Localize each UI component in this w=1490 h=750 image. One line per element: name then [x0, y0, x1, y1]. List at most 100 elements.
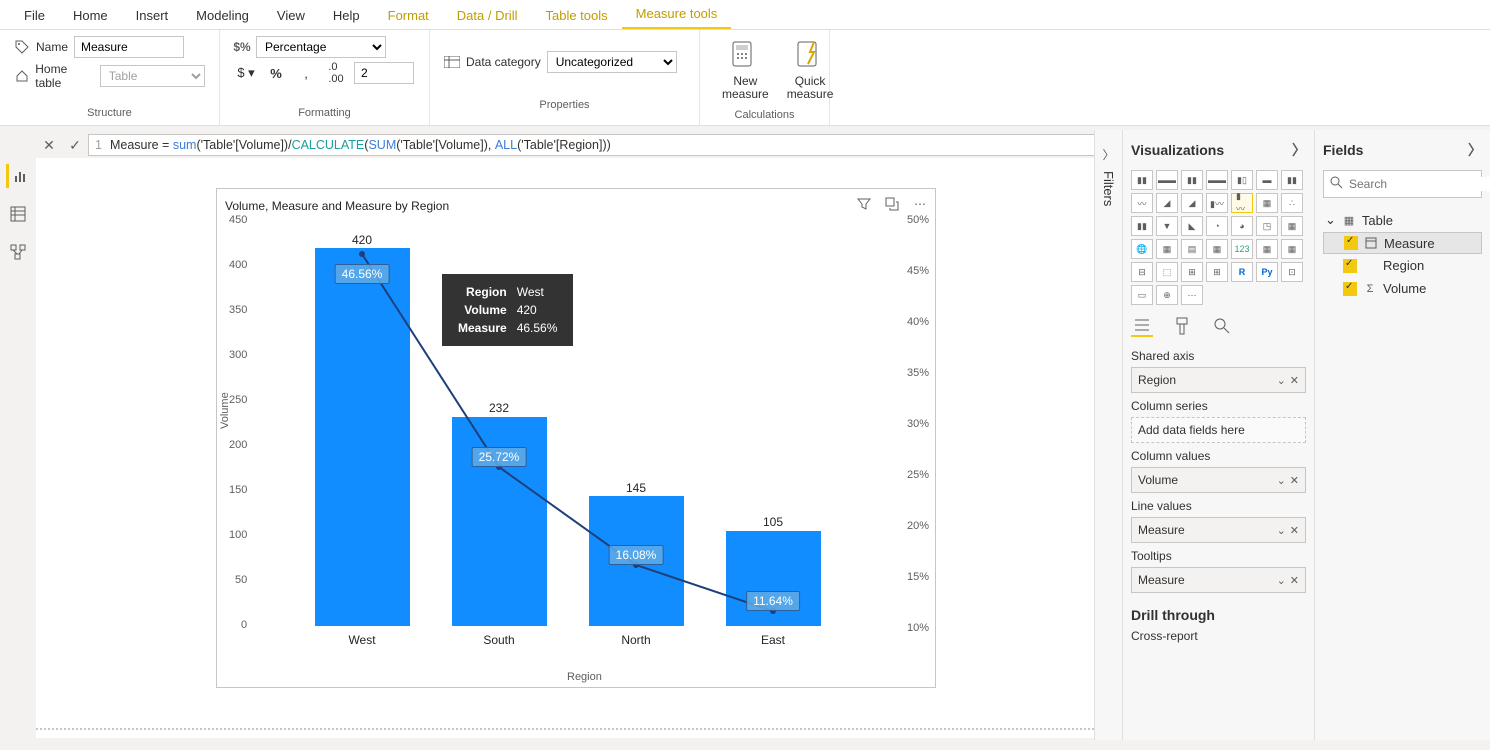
tab-insert[interactable]: Insert	[122, 2, 183, 29]
filters-expand-icon[interactable]: 〉	[1102, 146, 1114, 163]
well-shared-axis[interactable]: Region⌄✕	[1131, 367, 1306, 393]
model-view-button[interactable]	[6, 240, 30, 264]
viz-type-icon[interactable]: ▭	[1131, 285, 1153, 305]
viz-type-icon[interactable]: ◳	[1256, 216, 1278, 236]
viz-type-icon[interactable]: ◕	[1231, 216, 1253, 236]
viz-type-icon[interactable]: ◣	[1181, 216, 1203, 236]
visual-filter-icon[interactable]	[855, 195, 873, 213]
table-node[interactable]: ⌄ ▦ Table	[1323, 208, 1482, 232]
well-column-series[interactable]: Add data fields here	[1131, 417, 1306, 443]
well-remove-icon[interactable]: ✕	[1290, 524, 1299, 537]
viz-type-icon[interactable]: 123	[1231, 239, 1253, 259]
well-dropdown-icon[interactable]: ⌄	[1277, 474, 1286, 487]
chart-visual[interactable]: ⋯ Volume, Measure and Measure by Region …	[216, 188, 936, 688]
viz-type-icon[interactable]: ▮▮	[1181, 170, 1203, 190]
viz-type-icon[interactable]: 〰	[1131, 193, 1153, 213]
viz-type-icon[interactable]: ▤	[1181, 239, 1203, 259]
currency-button[interactable]: $ ▾	[234, 62, 258, 84]
field-item-region[interactable]: Region	[1323, 254, 1482, 277]
viz-type-icon[interactable]: ⋯	[1181, 285, 1203, 305]
percent-button[interactable]: %	[264, 62, 288, 84]
well-dropdown-icon[interactable]: ⌄	[1277, 574, 1286, 587]
well-column-values[interactable]: Volume⌄✕	[1131, 467, 1306, 493]
fields-pane-collapse-icon[interactable]: 〉	[1468, 140, 1482, 160]
y2-tick: 15%	[907, 571, 929, 583]
viz-type-icon[interactable]: Py	[1256, 262, 1278, 282]
viz-type-icon[interactable]: ▦	[1281, 216, 1303, 236]
viz-type-icon[interactable]: ▮▮	[1131, 170, 1153, 190]
viz-type-icon[interactable]: ⬚	[1156, 262, 1178, 282]
tab-help[interactable]: Help	[319, 2, 374, 29]
viz-type-icon[interactable]: ▦	[1156, 239, 1178, 259]
tab-file[interactable]: File	[10, 2, 59, 29]
thousands-button[interactable]: ,	[294, 62, 318, 84]
data-view-button[interactable]	[6, 202, 30, 226]
viz-type-icon[interactable]: ⊕	[1156, 285, 1178, 305]
search-input[interactable]	[1349, 177, 1490, 191]
viz-type-icon[interactable]: ▬▬	[1156, 170, 1178, 190]
tab-home[interactable]: Home	[59, 2, 122, 29]
tab-format[interactable]: Format	[374, 2, 443, 29]
filters-pane-collapsed[interactable]: 〉 Filters	[1094, 130, 1122, 740]
viz-type-icon[interactable]: ◢	[1181, 193, 1203, 213]
viz-type-icon[interactable]: ▮▯	[1231, 170, 1253, 190]
format-tab-icon[interactable]	[1171, 315, 1193, 337]
formula-cancel-button[interactable]: ✕	[36, 134, 62, 156]
home-table-select[interactable]: Table	[100, 65, 205, 87]
analytics-tab-icon[interactable]	[1211, 315, 1233, 337]
well-tooltips[interactable]: Measure⌄✕	[1131, 567, 1306, 593]
viz-type-icon[interactable]: ◔	[1206, 216, 1228, 236]
viz-type-icon[interactable]: ⊡	[1281, 262, 1303, 282]
viz-type-line-column-icon[interactable]: ▮〰	[1231, 193, 1253, 213]
quick-measure-button[interactable]: Quick measure	[779, 36, 842, 105]
viz-type-icon[interactable]: ∴	[1281, 193, 1303, 213]
field-checkbox[interactable]	[1343, 259, 1357, 273]
viz-type-icon[interactable]: ▼	[1156, 216, 1178, 236]
well-dropdown-icon[interactable]: ⌄	[1277, 374, 1286, 387]
viz-type-icon[interactable]: ▮〰	[1206, 193, 1228, 213]
viz-type-icon[interactable]: ▬▬	[1206, 170, 1228, 190]
formula-commit-button[interactable]: ✓	[62, 134, 88, 156]
viz-type-icon[interactable]: ▬	[1256, 170, 1278, 190]
decimals-input[interactable]	[354, 62, 414, 84]
tab-measure-tools[interactable]: Measure tools	[622, 0, 732, 29]
viz-type-icon[interactable]: ◢	[1156, 193, 1178, 213]
fields-tab-icon[interactable]	[1131, 315, 1153, 337]
tab-data-drill[interactable]: Data / Drill	[443, 2, 532, 29]
viz-type-icon[interactable]: ⊟	[1131, 262, 1153, 282]
measure-name-input[interactable]	[74, 36, 184, 58]
visual-more-icon[interactable]: ⋯	[911, 195, 929, 213]
fields-search[interactable]	[1323, 170, 1482, 198]
viz-type-icon[interactable]: 🌐	[1131, 239, 1153, 259]
viz-type-icon[interactable]: ⊞	[1181, 262, 1203, 282]
well-dropdown-icon[interactable]: ⌄	[1277, 524, 1286, 537]
viz-type-icon[interactable]: ▦	[1256, 193, 1278, 213]
new-measure-button[interactable]: New measure	[714, 36, 777, 105]
report-view-button[interactable]	[6, 164, 30, 188]
tab-table-tools[interactable]: Table tools	[531, 2, 621, 29]
well-line-values[interactable]: Measure⌄✕	[1131, 517, 1306, 543]
viz-pane-collapse-icon[interactable]: 〉	[1292, 140, 1306, 160]
report-canvas[interactable]: ⋯ Volume, Measure and Measure by Region …	[36, 158, 1102, 738]
field-checkbox[interactable]	[1344, 236, 1358, 250]
viz-type-icon[interactable]: ▦	[1256, 239, 1278, 259]
format-select[interactable]: Percentage	[256, 36, 386, 58]
field-checkbox[interactable]	[1343, 282, 1357, 296]
decimal-button[interactable]: .0.00	[324, 62, 348, 84]
data-category-select[interactable]: Uncategorized	[547, 51, 677, 73]
tab-modeling[interactable]: Modeling	[182, 2, 263, 29]
well-remove-icon[interactable]: ✕	[1290, 574, 1299, 587]
tab-view[interactable]: View	[263, 2, 319, 29]
well-remove-icon[interactable]: ✕	[1290, 374, 1299, 387]
viz-type-icon[interactable]: ▦	[1281, 239, 1303, 259]
ribbon: Name Home table Table Structure $% Perce…	[0, 30, 1490, 126]
viz-type-icon[interactable]: ▮▮	[1281, 170, 1303, 190]
field-item-volume[interactable]: Σ Volume	[1323, 277, 1482, 300]
well-remove-icon[interactable]: ✕	[1290, 474, 1299, 487]
visual-focus-icon[interactable]	[883, 195, 901, 213]
viz-type-icon[interactable]: R	[1231, 262, 1253, 282]
viz-type-icon[interactable]: ⊞	[1206, 262, 1228, 282]
viz-type-icon[interactable]: ▦	[1206, 239, 1228, 259]
viz-type-icon[interactable]: ▮▮	[1131, 216, 1153, 236]
field-item-measure[interactable]: Measure	[1323, 232, 1482, 254]
